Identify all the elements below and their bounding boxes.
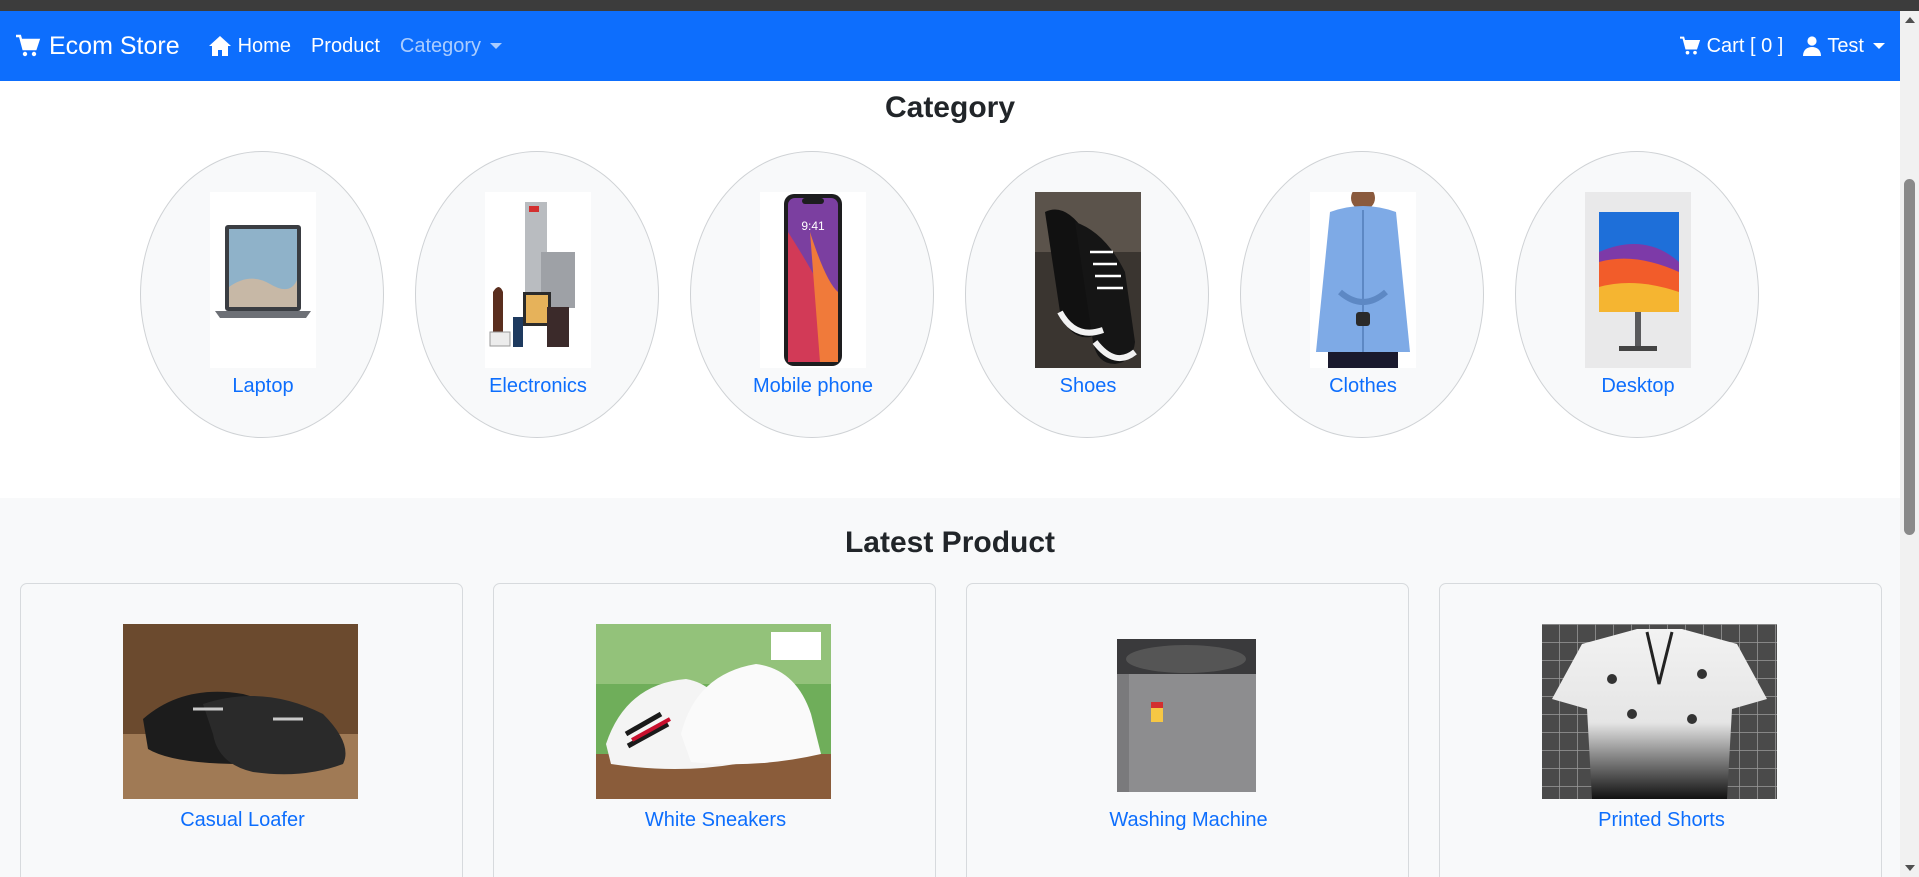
- nav-right: Cart [ 0 ] Test: [1659, 35, 1885, 58]
- product-label: Washing Machine: [1109, 809, 1268, 831]
- product-card-printed-shorts[interactable]: Printed Shorts: [1439, 583, 1882, 877]
- nav-user-dropdown[interactable]: Test: [1803, 35, 1885, 58]
- category-item-shoes[interactable]: Shoes: [965, 151, 1209, 438]
- nav-cart-label: Cart [ 0 ]: [1706, 34, 1784, 57]
- category-item-clothes[interactable]: Clothes: [1240, 151, 1484, 438]
- nav-user-label: Test: [1827, 34, 1864, 57]
- latest-product-section: Latest Product Casual Loafer White Sneak…: [0, 498, 1900, 877]
- loafer-image: [123, 624, 358, 799]
- category-section: Category Laptop Electronics 9:41 Mobile …: [0, 81, 1900, 498]
- category-label: Desktop: [1601, 375, 1675, 397]
- brand-link[interactable]: Ecom Store: [15, 32, 180, 61]
- category-item-electronics[interactable]: Electronics: [415, 151, 659, 438]
- product-label: Printed Shorts: [1598, 809, 1725, 831]
- category-title: Category: [884, 91, 1016, 124]
- desktop-image: [1585, 192, 1691, 368]
- category-item-mobile-phone[interactable]: 9:41 Mobile phone: [690, 151, 934, 438]
- cart-icon: [1679, 36, 1700, 55]
- product-card-washing-machine[interactable]: Washing Machine: [966, 583, 1409, 877]
- nav-cart-link[interactable]: Cart [ 0 ]: [1679, 34, 1784, 58]
- sneakers-image: [596, 624, 831, 799]
- page-scrollbar[interactable]: [1900, 11, 1919, 877]
- nav-category-label: Category: [399, 34, 482, 57]
- category-item-laptop[interactable]: Laptop: [140, 151, 384, 438]
- category-item-desktop[interactable]: Desktop: [1515, 151, 1759, 438]
- cart-icon: [16, 34, 41, 57]
- product-label: Casual Loafer: [180, 809, 305, 831]
- mobile-phone-image: 9:41: [760, 192, 866, 368]
- nav-home-label: Home: [237, 34, 291, 57]
- category-label: Mobile phone: [752, 375, 874, 397]
- home-icon: [208, 36, 231, 56]
- user-icon: [1803, 36, 1822, 56]
- product-label: White Sneakers: [644, 809, 787, 831]
- category-label: Shoes: [1059, 375, 1117, 397]
- product-card-white-sneakers[interactable]: White Sneakers: [493, 583, 936, 877]
- category-label: Electronics: [489, 375, 587, 397]
- svg-text:9:41: 9:41: [801, 219, 825, 233]
- navbar: Ecom Store Home Product Category Cart [ …: [0, 11, 1900, 81]
- category-label: Laptop: [232, 375, 294, 397]
- scrollbar-thumb[interactable]: [1904, 179, 1915, 535]
- printed-shirt-image: [1542, 624, 1777, 799]
- brand-name: Ecom Store: [49, 31, 180, 60]
- category-list: Laptop Electronics 9:41 Mobile phone Sho…: [140, 151, 1760, 439]
- latest-product-title: Latest Product: [844, 526, 1056, 559]
- browser-top-strip: [0, 0, 1919, 11]
- washing-machine-image: [1069, 624, 1304, 799]
- laptop-image: [210, 192, 316, 368]
- clothes-image: [1310, 192, 1416, 368]
- nav-category-dropdown[interactable]: Category: [399, 34, 503, 58]
- shoes-image: [1035, 192, 1141, 368]
- category-label: Clothes: [1329, 375, 1397, 397]
- scroll-up-arrow-icon[interactable]: [1905, 17, 1915, 23]
- scroll-down-arrow-icon[interactable]: [1905, 865, 1915, 871]
- chevron-down-icon: [490, 43, 503, 49]
- product-card-casual-loafer[interactable]: Casual Loafer: [20, 583, 463, 877]
- chevron-down-icon: [1873, 43, 1885, 49]
- nav-product-label: Product: [310, 34, 380, 57]
- electronics-image: [485, 192, 591, 368]
- nav-product-link[interactable]: Product: [311, 35, 380, 58]
- nav-home-link[interactable]: Home: [208, 35, 291, 58]
